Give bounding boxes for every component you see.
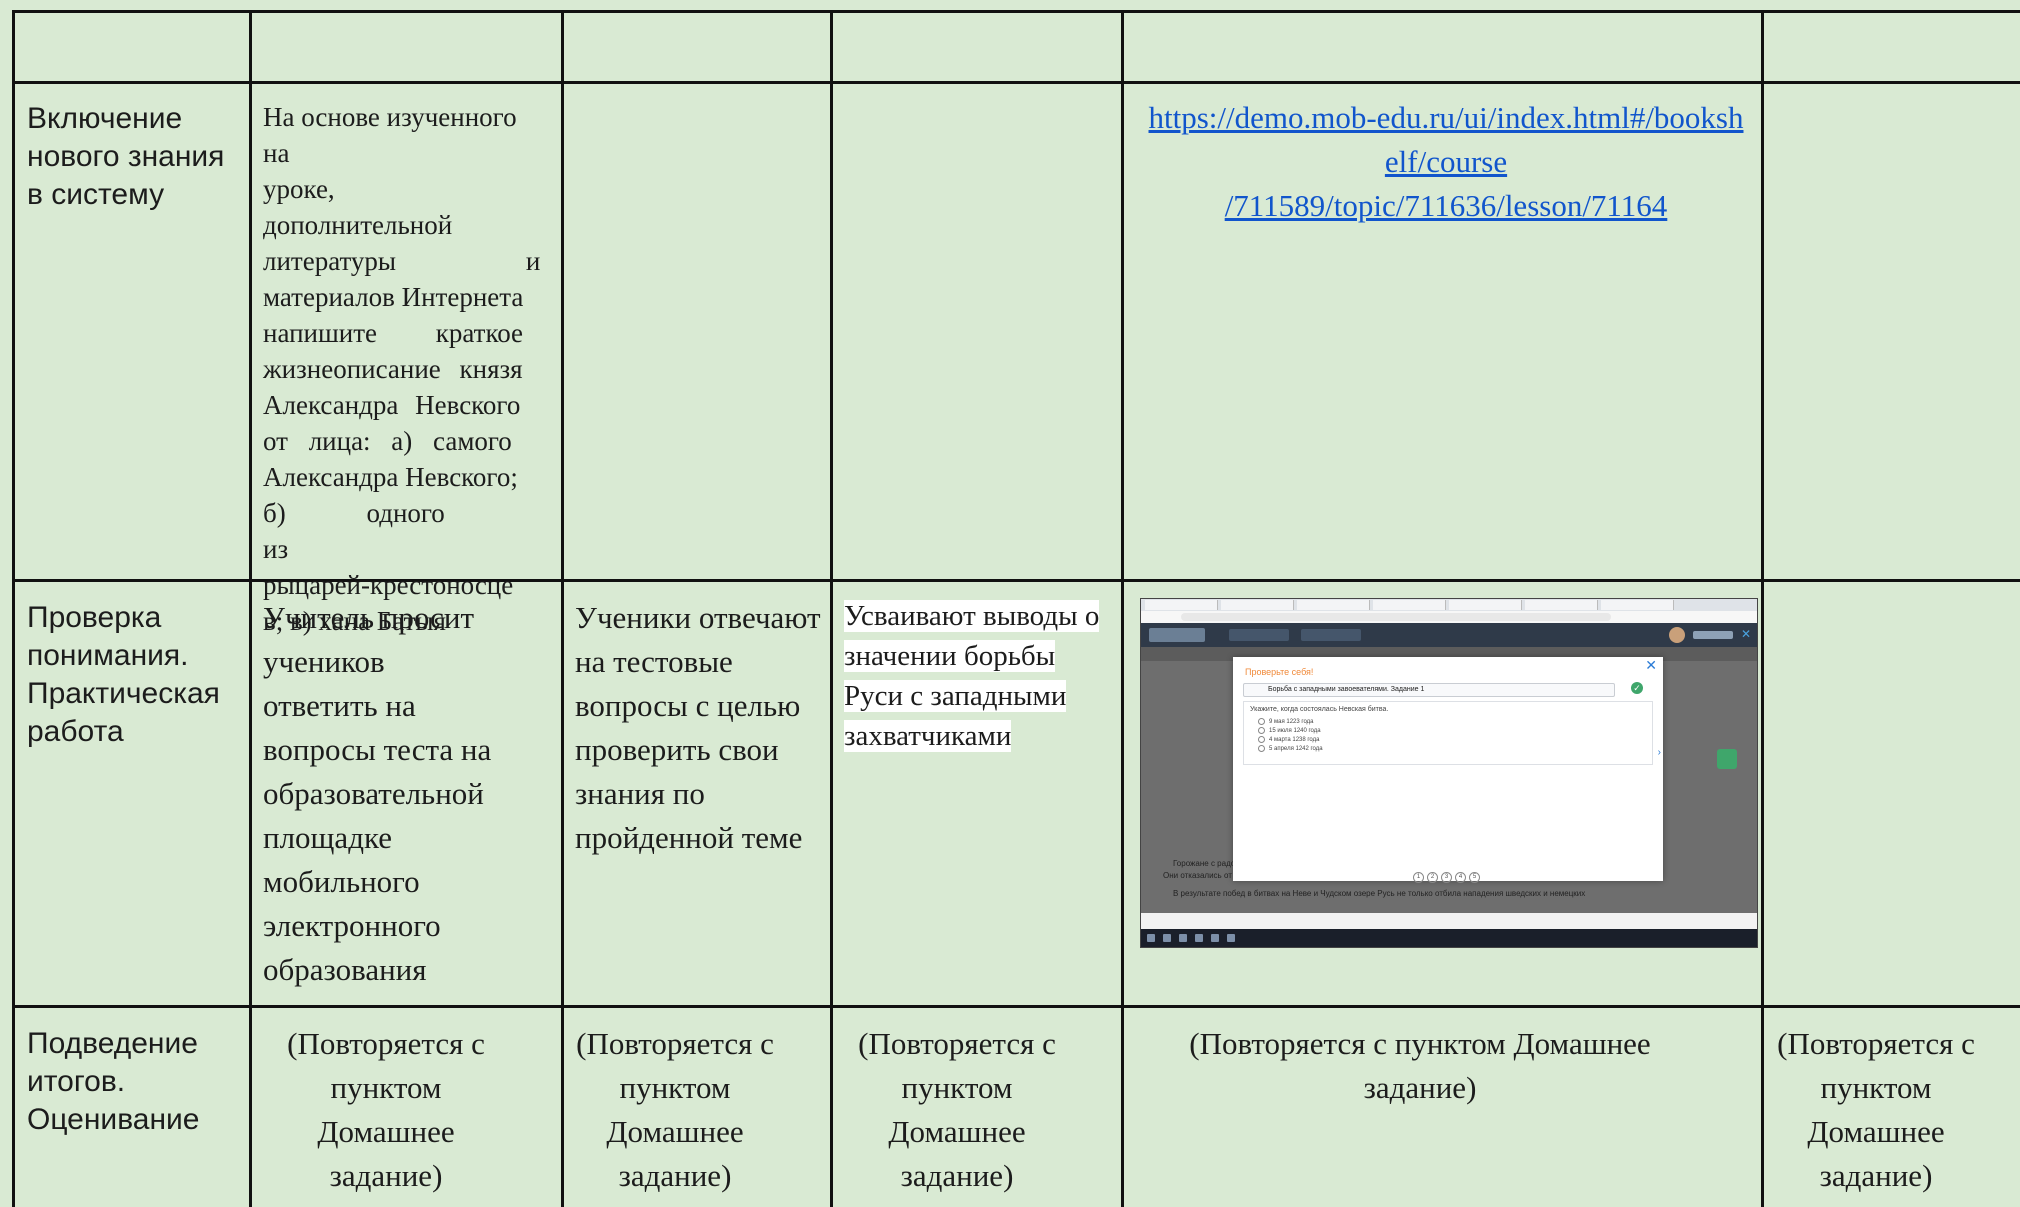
stage-summary: Подведение итогов. Оценивание bbox=[27, 1027, 200, 1136]
text-line: жизнеописание князя bbox=[263, 354, 523, 384]
check-icon: ✓ bbox=[1631, 682, 1643, 694]
pagination: 12345 bbox=[1413, 865, 1483, 883]
test-screenshot: ✕ Горожане с радо Они отказались от В ре… bbox=[1140, 598, 1758, 948]
link-line[interactable]: /711589/topic/711636/lesson/71164 bbox=[1132, 184, 1760, 228]
browser-tab bbox=[1525, 600, 1598, 610]
results-check: Усваивают выводы о значении борьбы Руси … bbox=[844, 596, 1120, 756]
test-dialog: ✕ Проверьте себя! Борьба с западными зав… bbox=[1233, 657, 1663, 883]
stage-inclusion: Включение нового знания в систему bbox=[27, 102, 225, 211]
app-tab bbox=[1229, 629, 1289, 641]
table-border bbox=[830, 10, 833, 1207]
summary-resources: (Повторяется с пунктом Домашнее задание) bbox=[1189, 1026, 1651, 1105]
table-border bbox=[1761, 10, 1764, 1207]
logo bbox=[1149, 628, 1205, 642]
browser-tab bbox=[1373, 600, 1446, 610]
lesson-plan-table: Включение нового знания в систему На осн… bbox=[0, 0, 2020, 1207]
question-header-text: Борьба с западными завоевателями. Задани… bbox=[1268, 686, 1425, 693]
taskbar-icon bbox=[1211, 934, 1219, 942]
close-icon: ✕ bbox=[1741, 627, 1752, 641]
chevron-right-icon: › bbox=[1657, 747, 1661, 758]
page-dot: 4 bbox=[1455, 872, 1466, 883]
text-line: Руси с западными bbox=[844, 680, 1067, 712]
page-text: В результате побед в битвах на Неве и Чу… bbox=[1173, 889, 1586, 898]
question-body: Укажите, когда состоялась Невская битва.… bbox=[1243, 701, 1653, 765]
table-border bbox=[249, 10, 252, 1207]
page-text: Горожане с радо bbox=[1173, 859, 1236, 868]
summary-results: (Повторяется с пунктом Домашнее задание) bbox=[858, 1026, 1056, 1193]
summary-teacher: (Повторяется с пунктом Домашнее задание) bbox=[287, 1026, 485, 1193]
taskbar-icon bbox=[1227, 934, 1235, 942]
text-line: от лица: а) самого bbox=[263, 426, 512, 456]
answer-option: 15 июля 1240 года bbox=[1258, 727, 1321, 734]
browser-tab bbox=[1145, 600, 1218, 610]
browser-tab bbox=[1449, 600, 1522, 610]
summary-last: (Повторяется с пунктом Домашнее задание) bbox=[1777, 1026, 1975, 1193]
windows-icon bbox=[1147, 934, 1155, 942]
text-line: значении борьбы bbox=[844, 640, 1056, 672]
text-line: дополнительной bbox=[263, 210, 453, 240]
url-box bbox=[1181, 613, 1611, 621]
page-dot: 1 bbox=[1413, 872, 1424, 883]
browser-tab bbox=[1601, 600, 1674, 610]
stage-check: Проверка понимания. Практическая работа bbox=[27, 601, 220, 748]
avatar bbox=[1669, 627, 1685, 643]
user-name bbox=[1693, 631, 1733, 639]
table-border bbox=[561, 10, 564, 1207]
table-border bbox=[12, 81, 2020, 84]
app-tab bbox=[1301, 629, 1361, 641]
browser-tab bbox=[1221, 600, 1294, 610]
summary-students: (Повторяется с пунктом Домашнее задание) bbox=[576, 1026, 774, 1193]
question-header: Борьба с западными завоевателями. Задани… bbox=[1243, 683, 1615, 697]
page-dot: 3 bbox=[1441, 872, 1452, 883]
answer-option: 5 апреля 1242 года bbox=[1258, 745, 1323, 752]
downloads-bar bbox=[1141, 913, 1757, 929]
question-text: Укажите, когда состоялась Невская битва. bbox=[1250, 706, 1389, 713]
page-text: Они отказались от bbox=[1163, 871, 1232, 880]
taskbar-icon bbox=[1163, 934, 1171, 942]
table-border bbox=[12, 10, 2020, 13]
page-dot: 5 bbox=[1469, 872, 1480, 883]
resource-link[interactable]: https://demo.mob-edu.ru/ui/index.html#/b… bbox=[1132, 96, 1760, 228]
students-task-check: Ученики отвечают на тестовые вопросы с ц… bbox=[575, 600, 821, 855]
text-line: напишите краткое bbox=[263, 318, 524, 348]
text-line: Усваивают выводы о bbox=[844, 600, 1100, 632]
text-line: на уроке, bbox=[263, 135, 547, 207]
link-line[interactable]: elf/course bbox=[1132, 140, 1760, 184]
close-icon: ✕ bbox=[1645, 657, 1657, 673]
taskbar bbox=[1141, 929, 1757, 947]
teacher-task-check: Учитель просит учеников ответить на вопр… bbox=[263, 600, 492, 987]
text-line: Александра Невского; bbox=[263, 462, 518, 492]
text-line: На основе изученного bbox=[263, 102, 517, 132]
answer-option: 9 мая 1223 года bbox=[1258, 718, 1314, 725]
text-line: на уроке, bbox=[263, 138, 335, 204]
page-dot: 2 bbox=[1427, 872, 1438, 883]
text-line: Александра Невского bbox=[263, 390, 521, 420]
text-line: литературы и bbox=[263, 246, 541, 276]
link-line[interactable]: https://demo.mob-edu.ru/ui/index.html#/b… bbox=[1132, 96, 1760, 140]
text-line: б) одного из bbox=[263, 498, 445, 564]
app-header: ✕ bbox=[1141, 623, 1757, 647]
table-border bbox=[12, 10, 15, 1207]
dialog-title: Проверьте себя! bbox=[1245, 667, 1314, 677]
browser-tab bbox=[1297, 600, 1370, 610]
taskbar-icon bbox=[1179, 934, 1187, 942]
teacher-task-inclusion: На основе изученного на уроке, дополните… bbox=[263, 99, 547, 639]
table-border bbox=[1121, 10, 1124, 1207]
table-border bbox=[12, 1005, 2020, 1008]
taskbar-icon bbox=[1195, 934, 1203, 942]
answer-option: 4 марта 1238 года bbox=[1258, 736, 1319, 743]
text-line: захватчиками bbox=[844, 720, 1012, 752]
search-icon bbox=[1717, 749, 1737, 769]
browser-tabbar bbox=[1141, 599, 1757, 611]
text-line: материалов Интернета bbox=[263, 282, 524, 312]
